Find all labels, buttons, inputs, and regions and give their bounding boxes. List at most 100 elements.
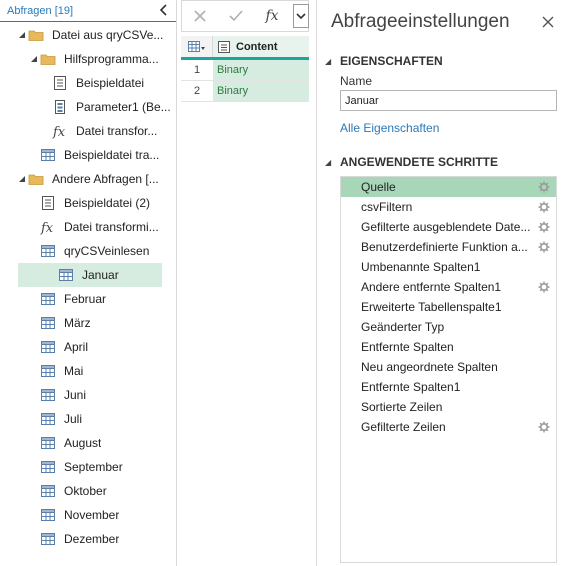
expand-triangle-icon[interactable] <box>29 55 39 63</box>
applied-step[interactable]: Andere entfernte Spalten1 <box>341 277 556 297</box>
query-tree-item[interactable]: Januar <box>18 263 162 287</box>
expand-formula-button[interactable] <box>293 4 309 28</box>
table-icon <box>41 245 55 257</box>
query-doc-icon <box>42 196 54 210</box>
column-header-content[interactable]: Content <box>213 36 309 57</box>
query-tree-item[interactable]: März <box>0 311 176 335</box>
query-icon <box>39 411 57 427</box>
query-tree-item[interactable]: Dezember <box>0 527 176 551</box>
applied-step[interactable]: csvFiltern <box>341 197 556 217</box>
query-label: Juli <box>64 412 83 426</box>
table-icon <box>41 509 55 521</box>
query-tree-item[interactable]: Juli <box>0 407 176 431</box>
applied-step[interactable]: Benutzerdefinierte Funktion a... <box>341 237 556 257</box>
query-label: Februar <box>64 292 107 306</box>
query-label: Datei transformi... <box>64 220 159 234</box>
applied-step-label: Erweiterte Tabellenspalte1 <box>361 300 502 314</box>
properties-section-header[interactable]: ◢ EIGENSCHAFTEN <box>325 54 443 68</box>
query-label: Oktober <box>64 484 107 498</box>
properties-header-label: EIGENSCHAFTEN <box>340 54 443 68</box>
applied-step[interactable]: Erweiterte Tabellenspalte1 <box>341 297 556 317</box>
query-tree-item[interactable]: qryCSVeinlesen <box>0 239 176 263</box>
query-tree-item[interactable]: Juni <box>0 383 176 407</box>
data-grid: Content 1 Binary 2 Binary <box>181 36 309 102</box>
applied-step[interactable]: Gefilterte ausgeblendete Date... <box>341 217 556 237</box>
check-icon <box>229 10 243 22</box>
query-tree-item[interactable]: Februar <box>0 287 176 311</box>
applied-step[interactable]: Geänderter Typ <box>341 317 556 337</box>
query-icon: fx <box>51 123 69 139</box>
cancel-formula-button[interactable] <box>182 1 218 31</box>
query-tree-item[interactable]: Mai <box>0 359 176 383</box>
query-tree-item[interactable]: April <box>0 335 176 359</box>
query-icon <box>39 147 57 163</box>
gear-icon[interactable] <box>537 220 551 234</box>
parameter-icon <box>55 100 65 114</box>
query-name-input[interactable] <box>340 90 557 111</box>
gear-icon[interactable] <box>537 420 551 434</box>
applied-step[interactable]: Gefilterte Zeilen <box>341 417 556 437</box>
query-icon <box>57 267 75 283</box>
query-icon <box>51 99 69 115</box>
row-number: 2 <box>193 85 201 97</box>
query-tree-item[interactable]: Beispieldatei <box>0 71 176 95</box>
query-tree-item[interactable]: September <box>0 455 176 479</box>
query-tree-item[interactable]: Beispieldatei (2) <box>0 191 176 215</box>
applied-steps-section-header[interactable]: ◢ ANGEWENDETE SCHRITTE <box>325 155 498 169</box>
collapse-triangle-icon: ◢ <box>325 56 332 66</box>
query-tree-item[interactable]: August <box>0 431 176 455</box>
collapse-pane-button[interactable] <box>158 2 170 18</box>
table-menu-button[interactable] <box>181 36 213 57</box>
query-icon <box>39 315 57 331</box>
folder-icon <box>40 54 56 65</box>
applied-step[interactable]: Umbenannte Spalten1 <box>341 257 556 277</box>
gear-icon[interactable] <box>537 200 551 214</box>
all-properties-link[interactable]: Alle Eigenschaften <box>340 121 439 135</box>
insert-function-button[interactable]: fx <box>254 1 290 31</box>
query-tree-item[interactable]: Oktober <box>0 479 176 503</box>
query-label: August <box>64 436 102 450</box>
binary-cell[interactable]: Binary <box>213 60 309 80</box>
queries-header: Abfragen [19] <box>0 0 176 22</box>
query-label: Datei aus qryCSVe... <box>52 28 164 42</box>
binary-cell[interactable]: Binary <box>213 81 309 101</box>
applied-steps-header-label: ANGEWENDETE SCHRITTE <box>340 155 499 169</box>
query-tree-item[interactable]: Parameter1 (Be... <box>0 95 176 119</box>
applied-step[interactable]: Sortierte Zeilen <box>341 397 556 417</box>
query-icon: fx <box>39 219 57 235</box>
confirm-formula-button[interactable] <box>218 1 254 31</box>
table-row[interactable]: 2 Binary <box>181 81 309 102</box>
applied-step[interactable]: Neu angeordnete Spalten <box>341 357 556 377</box>
query-icon <box>39 435 57 451</box>
query-icon <box>39 531 57 547</box>
query-tree-item[interactable]: Hilfsprogramma... <box>0 47 176 71</box>
query-tree-item[interactable]: Andere Abfragen [... <box>0 167 176 191</box>
table-icon <box>41 389 55 401</box>
gear-icon[interactable] <box>537 180 551 194</box>
table-icon <box>41 461 55 473</box>
query-icon <box>39 459 57 475</box>
applied-step-label: Neu angeordnete Spalten <box>361 360 498 374</box>
applied-step-label: Geänderter Typ <box>361 320 445 334</box>
query-tree-item[interactable]: fx Datei transformi... <box>0 215 176 239</box>
expand-triangle-icon[interactable] <box>17 31 27 39</box>
query-label: Juni <box>64 388 87 402</box>
svg-text:fx: fx <box>52 125 66 139</box>
query-tree-item[interactable]: Datei aus qryCSVe... <box>0 23 176 47</box>
applied-step[interactable]: Entfernte Spalten <box>341 337 556 357</box>
table-row[interactable]: 1 Binary <box>181 60 309 81</box>
applied-step[interactable]: Entfernte Spalten1 <box>341 377 556 397</box>
gear-icon[interactable] <box>537 240 551 254</box>
column-header-label: Content <box>236 40 278 53</box>
table-icon <box>41 149 55 161</box>
query-tree-item[interactable]: Beispieldatei tra... <box>0 143 176 167</box>
query-tree-item[interactable]: fx Datei transfor... <box>0 119 176 143</box>
applied-step[interactable]: Quelle <box>341 177 556 197</box>
query-icon <box>39 51 57 67</box>
applied-step-label: Umbenannte Spalten1 <box>361 260 481 274</box>
query-tree-item[interactable]: November <box>0 503 176 527</box>
close-settings-button[interactable] <box>539 13 557 31</box>
gear-icon[interactable] <box>537 280 551 294</box>
expand-triangle-icon[interactable] <box>17 175 27 183</box>
queries-title[interactable]: Abfragen [19] <box>7 5 73 17</box>
